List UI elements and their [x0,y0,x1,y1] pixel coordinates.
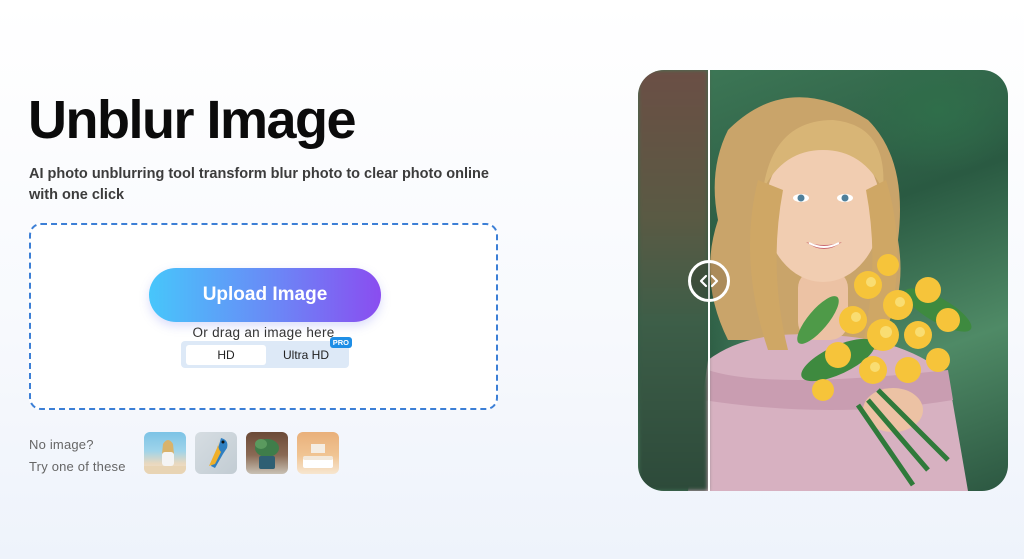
quality-option-hd[interactable]: HD [186,344,266,365]
sample-thumb-bedroom[interactable] [297,432,339,474]
page-title: Unblur Image [28,90,357,150]
sample-thumb-woman-beach[interactable] [144,432,186,474]
sample-prompt-line1: No image? [29,437,94,452]
pro-badge: PRO [329,336,352,348]
drag-hint: Or drag an image here [192,325,335,340]
sample-thumb-parrot[interactable] [195,432,237,474]
quality-option-ultra-hd-label: Ultra HD [282,347,329,362]
sample-thumbnails [144,432,339,474]
page-subtitle: AI photo unblurring tool transform blur … [29,166,489,203]
upload-dropzone[interactable]: Upload Image Or drag an image here HD Ul… [29,223,498,410]
quality-toggle: HD Ultra HD PRO [181,336,352,368]
before-after-preview [638,70,1008,491]
sample-prompt-line2: Try one of these [29,459,126,474]
sample-prompt: No image? Try one of these [29,434,126,478]
chevrons-left-right-icon[interactable] [688,260,730,302]
quality-option-ultra-hd[interactable]: Ultra HD PRO [266,336,352,365]
sample-thumb-plant[interactable] [246,432,288,474]
upload-image-button[interactable]: Upload Image [149,268,381,322]
